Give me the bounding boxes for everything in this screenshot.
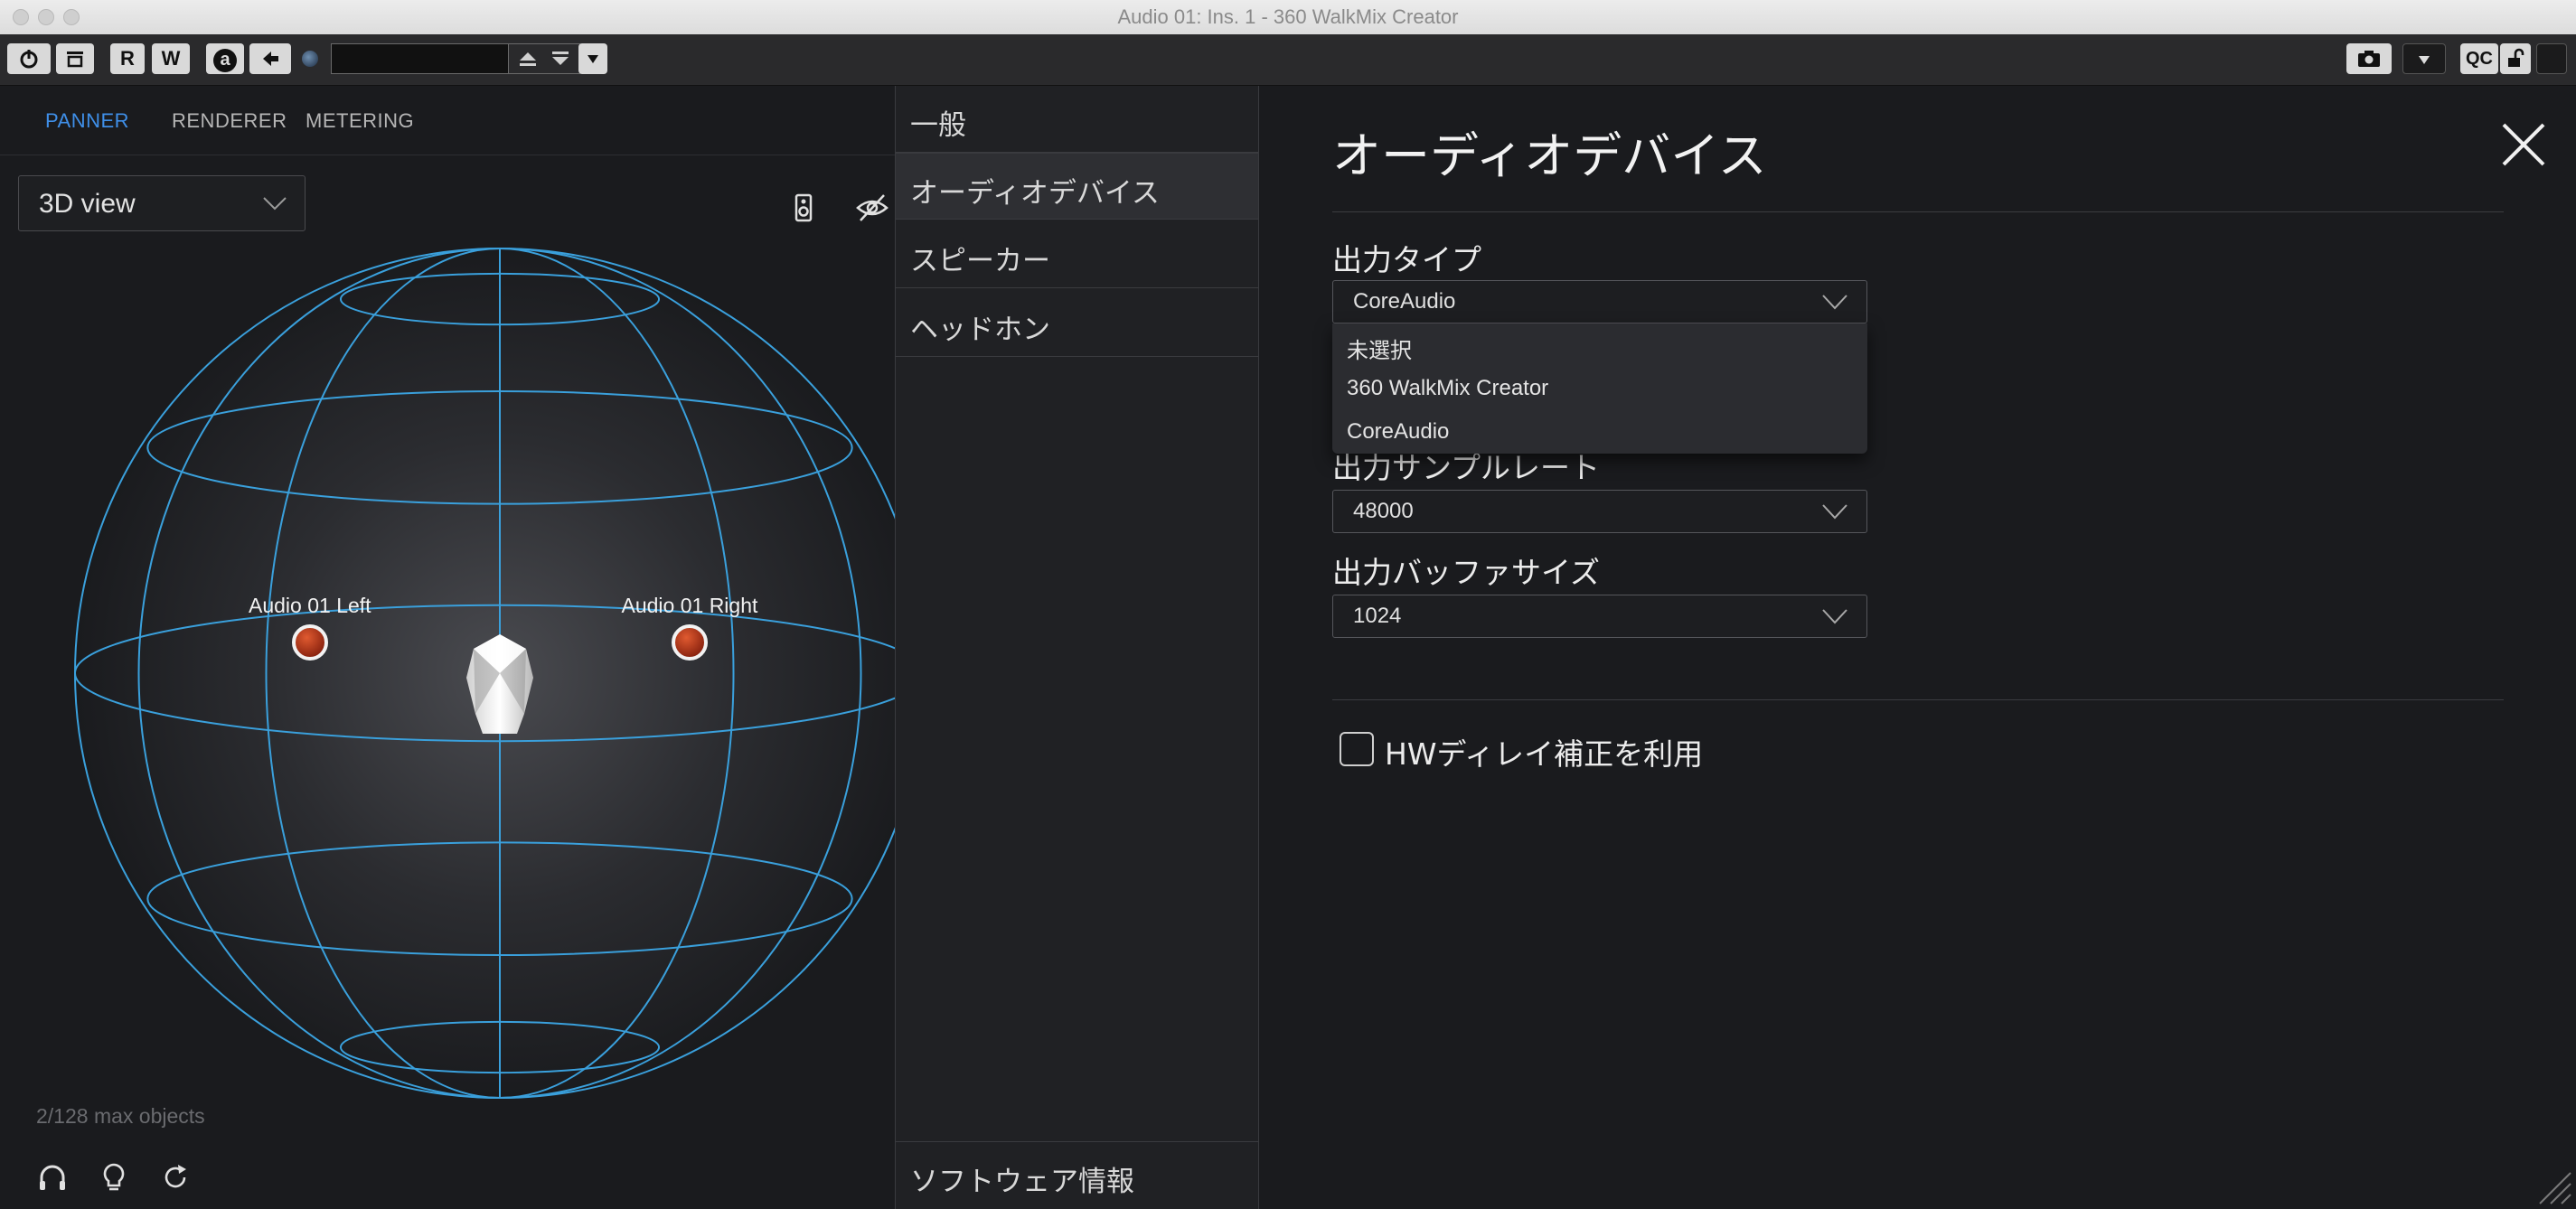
chevron-down-icon (1822, 504, 1847, 520)
reset-icon[interactable] (159, 1161, 192, 1194)
dropdown-arrow-icon (2419, 56, 2430, 64)
audio-object[interactable] (672, 624, 708, 661)
dropdown-option[interactable]: CoreAudio (1347, 419, 1449, 445)
output-type-select[interactable]: CoreAudio (1332, 280, 1867, 323)
audio-object[interactable] (292, 624, 328, 661)
snapshot-button[interactable] (2346, 43, 2392, 74)
buffer-size-select[interactable]: 1024 (1332, 595, 1867, 638)
qc-button[interactable]: QC (2460, 43, 2498, 74)
audio-object-label: Audio 01 Right (621, 594, 758, 617)
view-mode-select[interactable]: 3D view (18, 175, 306, 231)
toolbar-extra-button[interactable] (2536, 43, 2567, 74)
arrow-left-icon (263, 52, 278, 66)
hidden-eye-icon[interactable] (855, 192, 889, 223)
preset-menu-button[interactable] (578, 43, 607, 74)
back-button[interactable] (249, 43, 291, 74)
lock-icon (2508, 48, 2524, 67)
chevron-down-icon (1822, 609, 1847, 624)
lock-button[interactable] (2500, 43, 2531, 74)
output-type-value: CoreAudio (1353, 289, 1456, 314)
automation-button[interactable]: a (206, 43, 244, 74)
sphere-wireframe[interactable] (0, 155, 895, 1209)
page-title: オーディオデバイス (1332, 127, 1767, 184)
menu-item-general[interactable]: 一般 (896, 86, 1258, 153)
tab-renderer[interactable]: RENDERER (172, 109, 287, 133)
dropdown-option[interactable]: 360 WalkMix Creator (1347, 376, 1548, 401)
menu-item-audio-device[interactable]: オーディオデバイス (896, 153, 1258, 220)
object-count: 2/128 max objects (36, 1104, 205, 1128)
menu-item-label: ソフトウェア情報 (910, 1166, 1134, 1198)
status-led-icon (302, 51, 318, 67)
sample-rate-select[interactable]: 48000 (1332, 490, 1867, 533)
headphones-icon[interactable] (36, 1161, 69, 1194)
output-type-dropdown: 未選択 360 WalkMix Creator CoreAudio (1332, 323, 1867, 454)
resize-grip-icon[interactable] (2533, 1166, 2572, 1205)
menu-item-label: スピーカー (910, 245, 1050, 277)
menu-item-label: 一般 (910, 109, 966, 142)
bypass-button[interactable] (56, 43, 94, 74)
audio-object-label: Audio 01 Left (249, 594, 371, 617)
lightbulb-icon[interactable] (98, 1161, 130, 1194)
menu-item-speaker[interactable]: スピーカー (896, 221, 1258, 288)
bypass-icon (67, 52, 83, 68)
automation-icon: a (213, 49, 237, 72)
preset-step-buttons[interactable] (508, 43, 580, 74)
tab-metering[interactable]: METERING (306, 109, 414, 133)
hw-delay-checkbox[interactable] (1340, 732, 1374, 766)
power-button[interactable] (7, 43, 51, 74)
menu-item-headphones[interactable]: ヘッドホン (896, 290, 1258, 357)
settings-menu: 一般 オーディオデバイス スピーカー ヘッドホン ソフトウェア情報 (895, 86, 1259, 1209)
view-mode-value: 3D view (39, 189, 136, 219)
panner-tabs: PANNER RENDERER METERING (0, 86, 895, 155)
menu-item-label: ヘッドホン (910, 314, 1050, 346)
preset-down-icon[interactable] (545, 45, 576, 72)
tab-panner[interactable]: PANNER (45, 109, 129, 133)
view-menu-button[interactable] (2402, 43, 2446, 74)
buffer-size-label: 出力バッファサイズ (1332, 555, 1601, 590)
camera-icon (2358, 51, 2380, 67)
plugin-toolbar: R W a QC (0, 34, 2576, 86)
read-automation-button[interactable]: R (110, 43, 145, 74)
window-title: Audio 01: Ins. 1 - 360 WalkMix Creator (1117, 5, 1459, 28)
panner-3d-view[interactable]: Audio 01 Left Audio 01 Right (0, 155, 895, 1209)
buffer-size-value: 1024 (1353, 604, 1402, 628)
menu-item-software-info[interactable]: ソフトウェア情報 (896, 1141, 1258, 1208)
window-titlebar: Audio 01: Ins. 1 - 360 WalkMix Creator (0, 0, 2576, 35)
preset-up-icon[interactable] (512, 45, 543, 72)
title-divider (1332, 211, 2504, 212)
preset-name-field[interactable] (331, 43, 510, 74)
chevron-down-icon (1822, 295, 1847, 310)
speaker-icon[interactable] (792, 192, 815, 223)
dropdown-option[interactable]: 未選択 (1347, 333, 1412, 364)
chevron-down-icon (263, 197, 287, 211)
hw-delay-label: HWディレイ補正を利用 (1385, 736, 1704, 772)
close-icon[interactable] (2498, 119, 2549, 170)
sample-rate-value: 48000 (1353, 499, 1414, 523)
output-type-label: 出力タイプ (1332, 242, 1481, 277)
dropdown-arrow-icon (588, 55, 598, 63)
menu-item-label: オーディオデバイス (910, 177, 1160, 210)
section-divider (1332, 699, 2504, 700)
write-automation-button[interactable]: W (152, 43, 190, 74)
power-icon (20, 50, 38, 69)
